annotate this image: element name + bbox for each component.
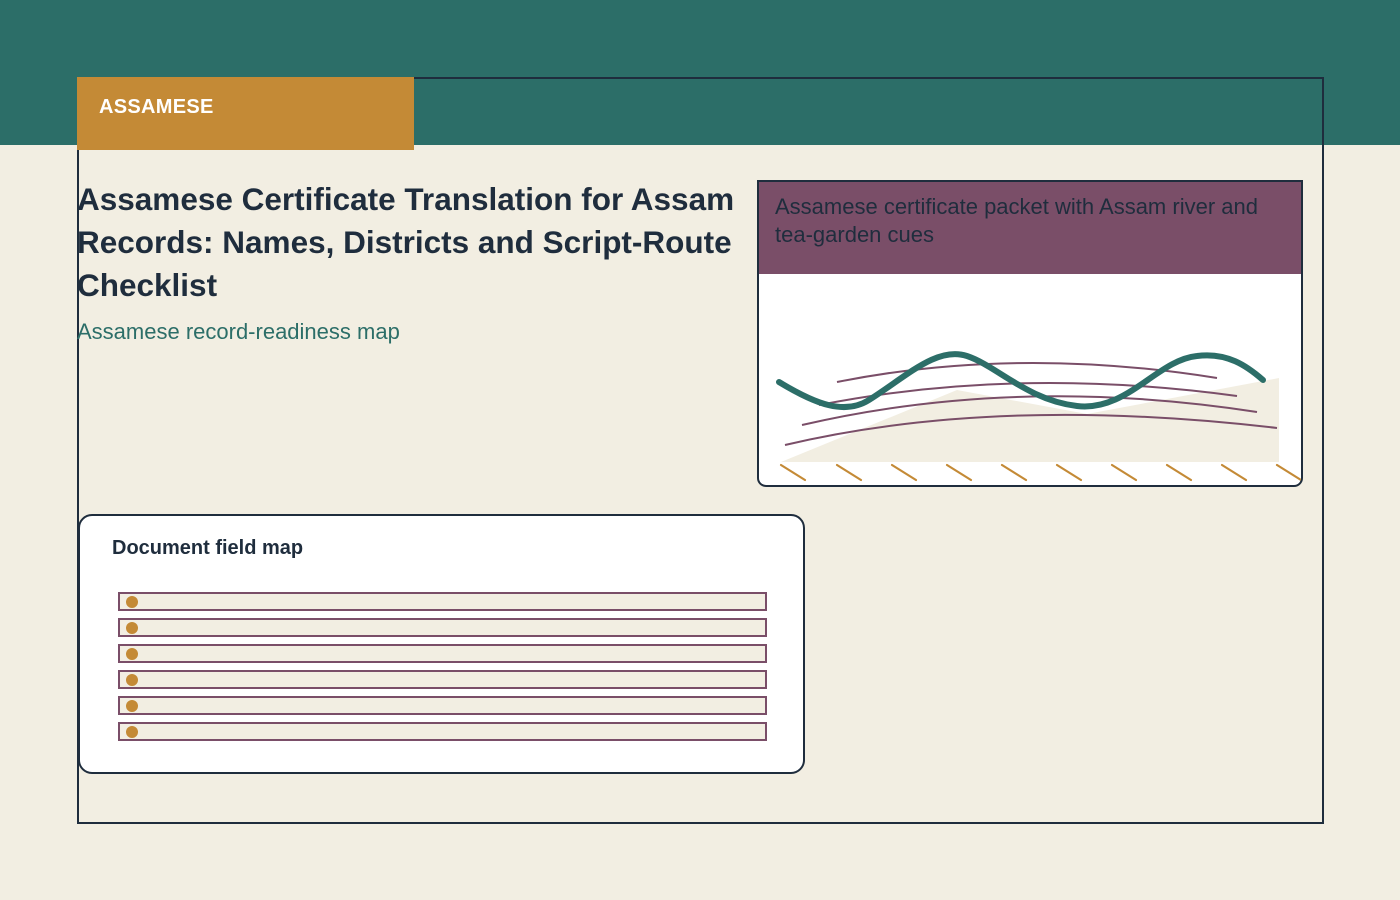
field-row xyxy=(118,644,767,663)
field-row xyxy=(118,592,767,611)
bullet-dot-icon xyxy=(126,596,138,608)
bullet-dot-icon xyxy=(126,700,138,712)
bullet-dot-icon xyxy=(126,674,138,686)
bullet-dot-icon xyxy=(126,648,138,660)
hero-caption: Assamese certificate packet with Assam r… xyxy=(759,182,1301,274)
hero-illustration: Assamese certificate packet with Assam r… xyxy=(757,180,1303,487)
field-row xyxy=(118,696,767,715)
bullet-dot-icon xyxy=(126,622,138,634)
field-row xyxy=(118,722,767,741)
page-subtitle: Assamese record-readiness map xyxy=(77,319,400,344)
language-badge: ASSAMESE xyxy=(77,77,414,150)
tea-garden-rows xyxy=(779,463,1301,482)
document-field-map: Document field map xyxy=(78,514,805,774)
bullet-dot-icon xyxy=(126,726,138,738)
field-row xyxy=(118,670,767,689)
page-title: Assamese Certificate Translation for Ass… xyxy=(77,181,735,303)
field-map-title: Document field map xyxy=(112,537,304,559)
field-row xyxy=(118,618,767,637)
